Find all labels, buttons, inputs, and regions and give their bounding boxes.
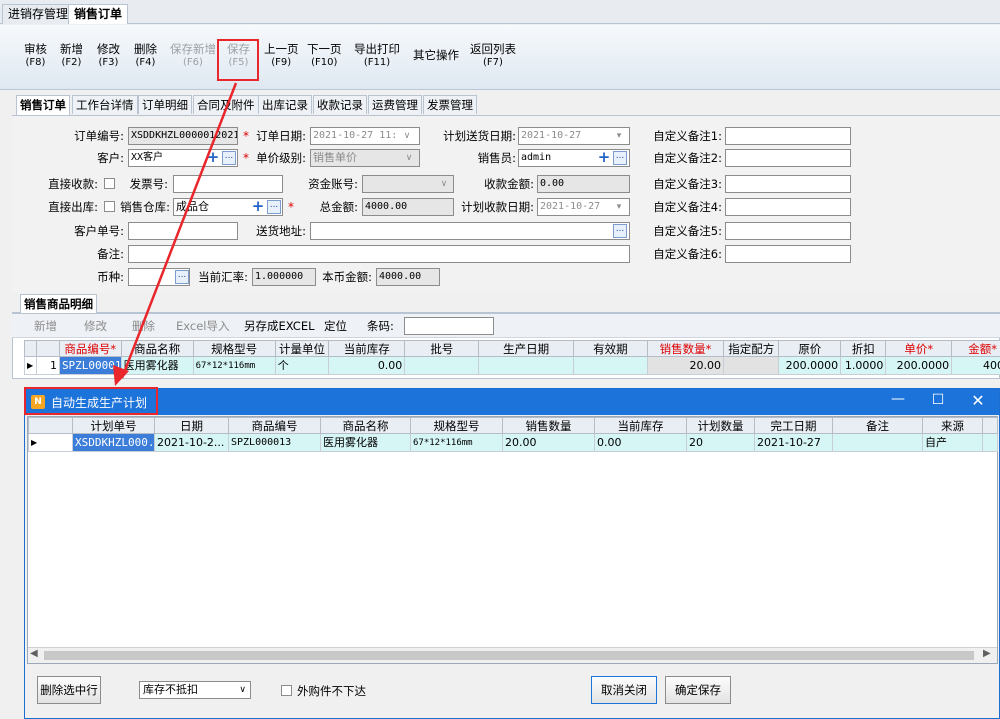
annotation-arrow	[113, 82, 238, 386]
